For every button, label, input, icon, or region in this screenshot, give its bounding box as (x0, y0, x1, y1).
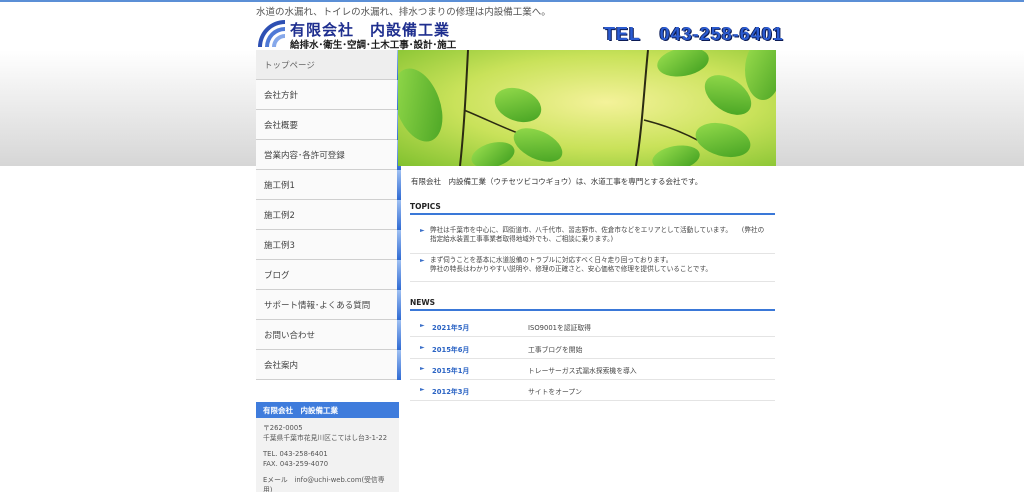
news-date: 2015年1月 (432, 367, 470, 375)
company-postal: 〒262-0005 (263, 424, 303, 432)
news-date: 2015年6月 (432, 346, 470, 354)
page-wrapper: 水道の水漏れ、トイレの水漏れ、排水つまりの修理は内設備工業へ。 有限会社 内設備… (256, 0, 783, 492)
sidebar-nav: トップページ 会社方針 会社概要 営業内容･各許可登録 施工例1 施工例2 施工… (256, 50, 401, 380)
news-title: トレーサーガス式漏水探索機を導入 (528, 367, 637, 375)
company-info-box: 有限会社 内設備工業 〒262-0005 千葉県千葉市花見川区こてはし台3-1-… (256, 402, 399, 492)
bullet-arrow-icon: ► (420, 365, 425, 372)
nav-item-contact[interactable]: お問い合わせ (256, 320, 401, 350)
nav-item-blog[interactable]: ブログ (256, 260, 401, 290)
nav-item-services[interactable]: 営業内容･各許可登録 (256, 140, 401, 170)
company-info-title: 有限会社 内設備工業 (256, 402, 399, 418)
topics-heading: TOPICS (410, 202, 775, 215)
company-info-lines: 〒262-0005 千葉県千葉市花見川区こてはし台3-1-22 TEL. 043… (256, 418, 399, 492)
tagline: 水道の水漏れ、トイレの水漏れ、排水つまりの修理は内設備工業へ。 (256, 7, 551, 18)
bullet-arrow-icon: ► (420, 344, 425, 351)
news-date: 2021年5月 (432, 324, 470, 332)
news-row[interactable]: ► 2015年1月 トレーサーガス式漏水探索機を導入 (410, 359, 775, 380)
nav-item-support[interactable]: サポート情報･よくある質問 (256, 290, 401, 320)
company-address: 千葉県千葉市花見川区こてはし台3-1-22 (263, 434, 388, 442)
nav-item-policy[interactable]: 会社方針 (256, 80, 401, 110)
news-date: 2012年3月 (432, 388, 470, 396)
nav-item-company-guide[interactable]: 会社案内 (256, 350, 401, 380)
news-title: サイトをオープン (528, 388, 582, 396)
news-title: 工事ブログを開始 (528, 346, 583, 354)
nav-item-works-2[interactable]: 施工例2 (256, 200, 401, 230)
company-tel: TEL. 043-258-6401 (263, 450, 328, 458)
news-title: ISO9001を認証取得 (528, 324, 591, 332)
site-logo[interactable]: 有限会社 内設備工業 給排水･衛生･空調･土木工事･設計･施工 (256, 18, 476, 51)
bullet-arrow-icon: ► (420, 386, 425, 393)
header-phone[interactable]: TEL 043-258-6401 (604, 20, 784, 46)
company-fax: FAX. 043-259-4070 (263, 460, 329, 468)
news-row[interactable]: ► 2021年5月 ISO9001を認証取得 (410, 316, 775, 337)
nav-item-works-3[interactable]: 施工例3 (256, 230, 401, 260)
company-email[interactable]: Eメール info@uchi-web.com(受信専用) (263, 475, 392, 492)
logo-business-line: 給排水･衛生･空調･土木工事･設計･施工 (290, 40, 457, 51)
hero-leaf-image (398, 50, 776, 166)
news-row[interactable]: ► 2015年6月 工事ブログを開始 (410, 338, 775, 359)
news-row[interactable]: ► 2012年3月 サイトをオープン (410, 380, 775, 401)
bullet-arrow-icon: ► (420, 257, 425, 264)
bullet-arrow-icon: ► (420, 227, 425, 234)
news-heading: NEWS (410, 298, 775, 311)
nav-item-top[interactable]: トップページ (256, 50, 401, 80)
logo-mark-icon (258, 20, 285, 47)
topic-item: ► まず伺うことを基本に水道設備のトラブルに対応すべく日々走り回っております。 … (410, 256, 775, 282)
bullet-arrow-icon: ► (420, 322, 425, 329)
intro-text: 有限会社 内設備工業（ウチセツビコウギョウ）は、水道工事を専門とする会社です。 (411, 177, 703, 186)
nav-item-overview[interactable]: 会社概要 (256, 110, 401, 140)
nav-item-works-1[interactable]: 施工例1 (256, 170, 401, 200)
topic-item: ► 弊社は千葉市を中心に、四街道市、八千代市、習志野市、佐倉市などをエリアとして… (410, 226, 775, 254)
